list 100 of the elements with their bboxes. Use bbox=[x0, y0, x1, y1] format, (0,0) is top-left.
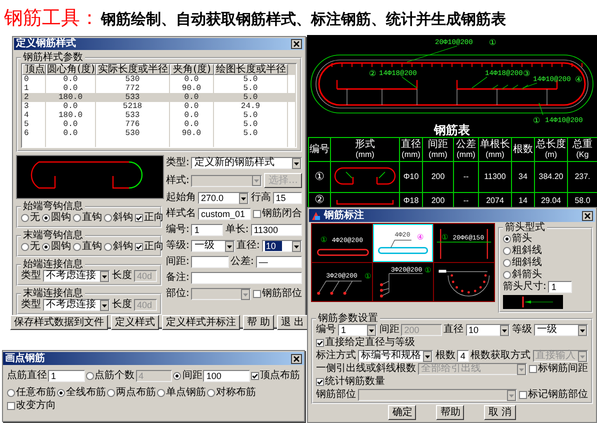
close-icon[interactable] bbox=[291, 354, 302, 364]
radio-option[interactable]: 斜箭头 bbox=[503, 269, 588, 280]
checkbox-option[interactable]: 正向 bbox=[135, 212, 164, 224]
radio-option[interactable]: 直钩 bbox=[73, 241, 102, 253]
checkbox-option[interactable]: 钢筋部位 bbox=[253, 288, 302, 300]
radio-option[interactable]: 无 bbox=[21, 241, 40, 253]
table-cell: 0.0 bbox=[46, 129, 96, 138]
input-field[interactable]: 1 bbox=[48, 370, 85, 382]
field-label: 行高 bbox=[250, 192, 271, 204]
checkbox-option[interactable]: 顶点布筋 bbox=[250, 370, 300, 382]
caret-icon bbox=[252, 175, 262, 186]
dialog-button[interactable]: 帮 助 bbox=[242, 315, 274, 330]
radio-option[interactable]: 对称布筋 bbox=[207, 387, 256, 399]
table-cell: 34 bbox=[518, 172, 528, 181]
dropdown[interactable]: 不考虑连接 bbox=[43, 299, 110, 311]
dropdown[interactable]: 标编号和规格 bbox=[358, 350, 434, 362]
radio-option[interactable]: 单点钢筋 bbox=[157, 387, 206, 399]
checkbox-option[interactable]: 标记钢筋部位 bbox=[519, 389, 588, 401]
table-row[interactable]: 3 0.0 5218 0.0 24.9 bbox=[22, 102, 296, 111]
input-field[interactable]: 11300 bbox=[250, 224, 302, 236]
radio-option[interactable]: 斜钩 bbox=[104, 241, 133, 253]
radio-option[interactable]: 任意布筋 bbox=[7, 387, 56, 399]
input-field[interactable] bbox=[191, 256, 228, 268]
input-field[interactable]: 100 bbox=[203, 370, 250, 382]
preview-tile[interactable] bbox=[434, 263, 494, 301]
table-row[interactable]: 0 0.0 530 0.0 5.0 bbox=[22, 75, 296, 84]
radio-option[interactable]: 细斜线 bbox=[503, 257, 588, 268]
dialog-button[interactable]: 取 消 bbox=[484, 405, 516, 420]
radio-option[interactable]: 斜钩 bbox=[104, 212, 133, 224]
field-label: 起始角 bbox=[166, 192, 196, 204]
radio-option[interactable]: 圆钩 bbox=[42, 241, 71, 253]
column-header[interactable]: 绘图长度或半径 bbox=[214, 64, 288, 75]
column-header: 直径 bbox=[400, 139, 422, 150]
dropdown[interactable]: 1 bbox=[338, 324, 378, 336]
column-header: 总长度 bbox=[536, 139, 566, 150]
table-cell: -- bbox=[463, 196, 469, 204]
field-label: 根数获取方式 bbox=[470, 350, 531, 362]
callout-number: ③ bbox=[523, 69, 530, 78]
dialog-button[interactable]: 确定 bbox=[388, 405, 416, 420]
table-cell: 0.0 bbox=[170, 111, 214, 120]
dropdown[interactable]: 一级 bbox=[534, 324, 588, 336]
dialog-button[interactable]: 帮助 bbox=[436, 405, 464, 420]
dialog-button[interactable]: 保存样式数据到文件 bbox=[10, 315, 108, 330]
checkbox-option[interactable]: 标钢筋间距 bbox=[529, 363, 588, 375]
dropdown[interactable]: 10 bbox=[262, 240, 302, 252]
input-field[interactable]: — bbox=[256, 256, 302, 268]
column-header[interactable]: 夹角(度) bbox=[170, 64, 214, 75]
table-cell: 776 bbox=[96, 120, 170, 129]
column-unit: (mm) bbox=[400, 150, 422, 160]
dropdown[interactable]: 10 bbox=[466, 324, 510, 336]
checkbox-option[interactable]: 改变方向 bbox=[7, 400, 56, 412]
input-field[interactable]: 4 bbox=[457, 350, 469, 362]
input-field[interactable]: 1 bbox=[191, 224, 224, 236]
column-header: 总重 bbox=[572, 139, 594, 150]
table-row[interactable]: 6 0.0 530 90.0 5.0 bbox=[22, 129, 296, 138]
dropdown[interactable]: 一级 bbox=[191, 240, 234, 252]
group-label: 钢筋样式参数 bbox=[22, 52, 84, 63]
table-row[interactable]: 4 180.0 533 0.0 5.0 bbox=[22, 111, 296, 120]
column-header[interactable]: 实际长度或半径 bbox=[96, 64, 170, 75]
column-header[interactable]: 圆心角(度) bbox=[46, 64, 96, 75]
radio-option[interactable]: 两点布筋 bbox=[107, 387, 156, 399]
field-label: 备注: bbox=[166, 272, 190, 284]
radio-option[interactable]: 箭头 bbox=[503, 233, 588, 244]
checkbox-option[interactable]: 直接给定直径与等级 bbox=[316, 337, 415, 349]
checkbox-option[interactable]: 正向 bbox=[135, 241, 164, 253]
dialog-button[interactable]: 退 出 bbox=[277, 315, 308, 330]
radio-option[interactable]: 间距 bbox=[173, 370, 202, 382]
field-label: 直径 bbox=[444, 324, 464, 336]
table-cell: 90.0 bbox=[170, 129, 214, 138]
radio-option[interactable]: 粗斜线 bbox=[503, 245, 588, 256]
close-icon[interactable] bbox=[582, 210, 593, 220]
checkbox-option[interactable]: 统计钢筋数量 bbox=[316, 376, 385, 388]
rebar-drawing bbox=[378, 240, 428, 254]
radio-option[interactable]: 圆钩 bbox=[42, 212, 71, 224]
table-cell: 14 bbox=[518, 196, 528, 204]
caret-icon bbox=[238, 192, 248, 204]
radio-option[interactable]: 全线布筋 bbox=[57, 387, 106, 399]
field-label: 公差: bbox=[230, 256, 254, 268]
column-header: 公差 bbox=[455, 139, 477, 150]
input-field[interactable]: 1 bbox=[548, 281, 572, 293]
dialog-button[interactable]: 定义样式 bbox=[110, 315, 159, 330]
table-cell: 4 bbox=[22, 111, 46, 120]
checkbox-option[interactable]: 钢筋闭合 bbox=[253, 208, 302, 220]
dropdown[interactable]: 不考虑连接 bbox=[43, 270, 110, 282]
close-icon[interactable] bbox=[291, 39, 302, 49]
dropdown[interactable]: 定义新的钢筋样式 bbox=[191, 157, 302, 169]
input-field[interactable] bbox=[191, 272, 302, 284]
table-cell: 6 bbox=[22, 129, 46, 138]
input-field[interactable]: 15 bbox=[272, 192, 302, 204]
dropdown[interactable]: 270.0 bbox=[198, 192, 249, 204]
table-title: 钢筋表 bbox=[432, 124, 471, 137]
radio-option[interactable]: 直钩 bbox=[73, 212, 102, 224]
input-field[interactable]: custom_01 bbox=[198, 208, 251, 220]
table-cell: 384.20 bbox=[538, 172, 564, 181]
dialog-button[interactable]: 定义样式并标注 bbox=[162, 315, 240, 330]
table-row[interactable]: 2 180.0 533 0.0 5.0 bbox=[22, 93, 296, 102]
column-header[interactable]: 顶点 bbox=[22, 64, 46, 75]
radio-option[interactable]: 点筋个数 bbox=[86, 370, 135, 382]
table-row[interactable]: 5 0.0 776 0.0 5.0 bbox=[22, 120, 296, 129]
radio-option[interactable]: 无 bbox=[21, 212, 40, 224]
